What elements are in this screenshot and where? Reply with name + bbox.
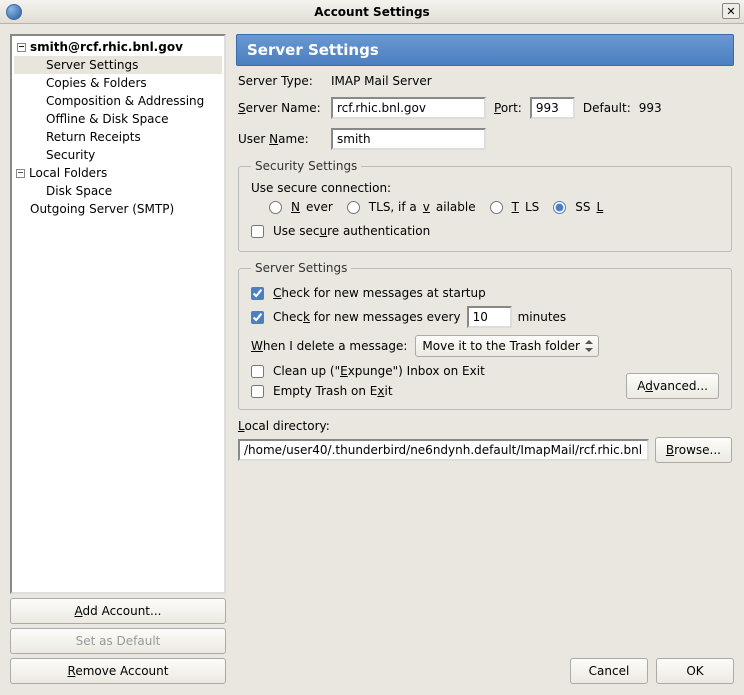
delete-label: When I delete a message: (251, 339, 407, 353)
add-account-button[interactable]: Add Account... (10, 598, 226, 624)
user-name-input[interactable] (331, 128, 486, 150)
remove-account-button[interactable]: Remove Account (10, 658, 226, 684)
server-name-label: Server Name: (238, 101, 323, 115)
titlebar: Account Settings ✕ (0, 0, 744, 24)
server-type-label: Server Type: (238, 74, 323, 88)
tree-account-0[interactable]: − smith@rcf.rhic.bnl.gov (14, 38, 222, 56)
radio-never[interactable]: Never (269, 197, 333, 217)
tree-item-offline[interactable]: Offline & Disk Space (14, 110, 222, 128)
dialog-content: − smith@rcf.rhic.bnl.gov Server Settings… (0, 24, 744, 694)
radio-tls-available[interactable]: TLS, if available (347, 197, 476, 217)
account-tree[interactable]: − smith@rcf.rhic.bnl.gov Server Settings… (10, 34, 226, 594)
tree-item-disk-space[interactable]: Disk Space (14, 182, 222, 200)
delete-row: When I delete a message: Move it to the … (251, 331, 719, 361)
port-label: Port: (494, 101, 522, 115)
right-column: Server Settings Server Type: IMAP Mail S… (236, 34, 734, 684)
server-name-row: Server Name: Port: Default: 993 (238, 97, 732, 119)
server-settings-group: Server Settings Check for new messages a… (238, 261, 732, 410)
secure-connection-radios: Never TLS, if available TLS SSL (251, 195, 719, 221)
local-directory-section: Local directory: Browse... (238, 419, 732, 463)
panel-heading: Server Settings (236, 34, 734, 66)
browse-button[interactable]: Browse... (655, 437, 732, 463)
left-column: − smith@rcf.rhic.bnl.gov Server Settings… (10, 34, 226, 684)
tree-label: Outgoing Server (SMTP) (30, 202, 174, 216)
tree-item-composition[interactable]: Composition & Addressing (14, 92, 222, 110)
tree-item-security[interactable]: Security (14, 146, 222, 164)
user-name-row: User Name: (238, 128, 732, 150)
set-default-button: Set as Default (10, 628, 226, 654)
port-input[interactable] (530, 97, 575, 119)
tree-label: smith@rcf.rhic.bnl.gov (30, 40, 183, 54)
delete-action-select[interactable]: Move it to the Trash folder (415, 335, 599, 357)
cancel-button[interactable]: Cancel (570, 658, 648, 684)
advanced-button[interactable]: Advanced... (626, 373, 719, 399)
tree-account-smtp[interactable]: Outgoing Server (SMTP) (14, 200, 222, 218)
security-settings-group: Security Settings Use secure connection:… (238, 159, 732, 252)
local-directory-input[interactable] (238, 439, 649, 461)
tree-item-copies-folders[interactable]: Copies & Folders (14, 74, 222, 92)
tree-item-server-settings[interactable]: Server Settings (14, 56, 222, 74)
radio-tls[interactable]: TLS (490, 197, 540, 217)
security-legend: Security Settings (251, 159, 361, 173)
ok-button[interactable]: OK (656, 658, 734, 684)
collapse-icon[interactable]: − (16, 169, 25, 178)
radio-ssl[interactable]: SSL (553, 197, 603, 217)
check-interval-input[interactable] (467, 306, 512, 328)
window-title: Account Settings (0, 5, 744, 19)
close-button[interactable]: ✕ (722, 3, 740, 19)
default-port-value: 993 (639, 101, 662, 115)
secure-auth-checkbox[interactable]: Use secure authentication (251, 221, 719, 241)
default-port-label: Default: (583, 101, 631, 115)
server-name-input[interactable] (331, 97, 486, 119)
check-startup-checkbox[interactable]: Check for new messages at startup (251, 283, 719, 303)
collapse-icon[interactable]: − (17, 43, 26, 52)
check-every-checkbox[interactable]: Check for new messages every minutes (251, 303, 719, 331)
secure-connection-label: Use secure connection: (251, 181, 719, 195)
tree-label: Local Folders (29, 166, 107, 180)
dialog-buttons: Cancel OK (236, 650, 734, 684)
server-type-value: IMAP Mail Server (331, 74, 432, 88)
server-type-row: Server Type: IMAP Mail Server (238, 74, 732, 88)
app-icon (6, 4, 22, 20)
local-directory-label: Local directory: (238, 419, 732, 433)
tree-account-1[interactable]: − Local Folders (14, 164, 222, 182)
tree-item-return-receipts[interactable]: Return Receipts (14, 128, 222, 146)
server-legend: Server Settings (251, 261, 351, 275)
user-name-label: User Name: (238, 132, 323, 146)
form-area: Server Type: IMAP Mail Server Server Nam… (236, 66, 734, 471)
